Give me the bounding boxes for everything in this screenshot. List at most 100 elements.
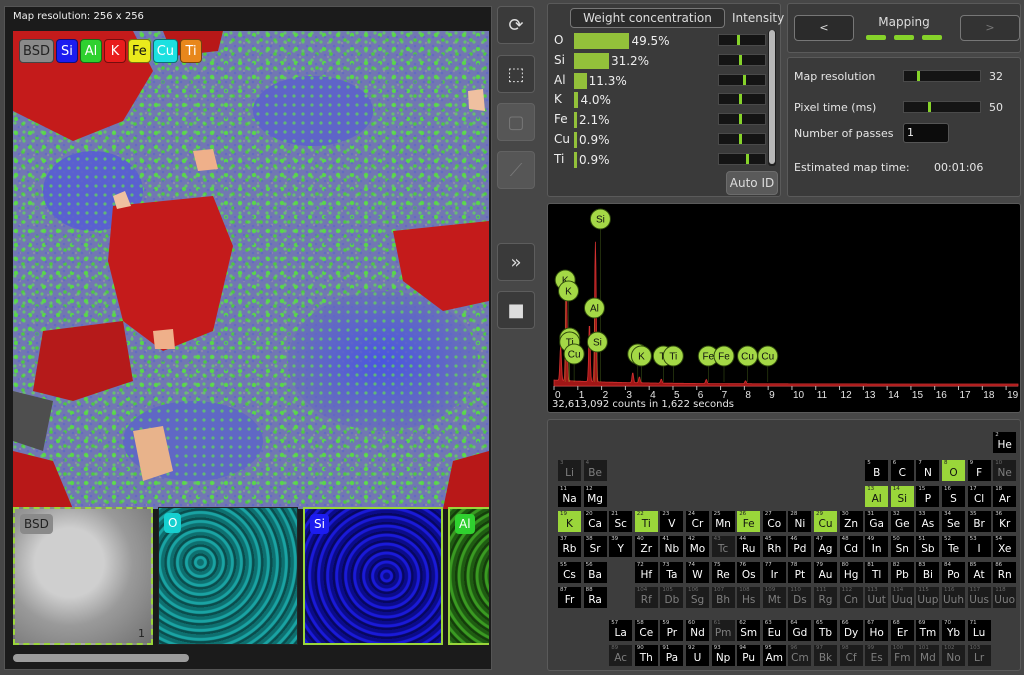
concentration-row-ti[interactable]: Ti 0.9% xyxy=(554,151,766,169)
element-se[interactable]: 34 Se xyxy=(942,511,965,532)
element-al[interactable]: 13 Al xyxy=(865,486,889,507)
thumbnail-al[interactable]: Al xyxy=(448,507,489,645)
intensity-slider-handle[interactable] xyxy=(746,153,750,164)
element-th[interactable]: 90 Th xyxy=(634,645,658,666)
element-ba[interactable]: 56 Ba xyxy=(583,562,607,583)
auto-id-button[interactable]: Auto ID xyxy=(726,171,778,195)
element-tc[interactable]: 43 Tc xyxy=(711,536,735,557)
intensity-slider[interactable] xyxy=(718,133,766,145)
peak-label-k[interactable]: K xyxy=(630,345,652,382)
element-ge[interactable]: 32 Ge xyxy=(890,511,914,532)
element-nd[interactable]: 60 Nd xyxy=(686,620,709,641)
element-mt[interactable]: 109 Mt xyxy=(762,587,786,608)
intensity-slider[interactable] xyxy=(718,73,766,86)
layer-chip-k[interactable]: K xyxy=(103,39,126,63)
element-rb[interactable]: 37 Rb xyxy=(558,536,581,557)
element-am[interactable]: 95 Am xyxy=(762,645,786,666)
element-at[interactable]: 85 At xyxy=(967,562,991,583)
element-sr[interactable]: 38 Sr xyxy=(583,536,607,557)
layer-chip-al[interactable]: Al xyxy=(79,39,102,63)
element-lu[interactable]: 71 Lu xyxy=(967,620,991,641)
element-he[interactable]: 2 He xyxy=(993,432,1017,453)
element-bi[interactable]: 83 Bi xyxy=(916,562,940,583)
element-sg[interactable]: 106 Sg xyxy=(686,587,709,608)
element-ds[interactable]: 110 Ds xyxy=(788,587,812,608)
element-o[interactable]: 8O xyxy=(942,460,965,481)
layer-chip-cu[interactable]: Cu xyxy=(152,39,179,63)
peak-label-cu[interactable]: Cu xyxy=(737,345,759,382)
intensity-slider-handle[interactable] xyxy=(737,35,741,45)
element-cr[interactable]: 24 Cr xyxy=(686,511,709,532)
peak-label-cu[interactable]: Cu xyxy=(757,345,779,382)
element-hs[interactable]: 108 Hs xyxy=(737,587,761,608)
element-os[interactable]: 76 Os xyxy=(737,562,761,583)
save-button[interactable]: ▢ xyxy=(497,103,535,141)
element-i[interactable]: 53 I xyxy=(967,536,991,557)
element-u[interactable]: 92 U xyxy=(686,645,709,666)
element-es[interactable]: 99 Es xyxy=(865,645,889,666)
concentration-row-al[interactable]: Al 11.3% xyxy=(554,72,766,90)
select-region-button[interactable]: ⬚ xyxy=(497,55,535,93)
element-n[interactable]: 7N xyxy=(916,460,940,481)
layered-map-image[interactable]: BSD Si Al K Fe Cu Ti xyxy=(13,31,489,509)
thumbnail-bsd[interactable]: BSD 1 xyxy=(13,507,153,645)
map-resolution-slider-handle[interactable] xyxy=(917,71,921,81)
element-cn[interactable]: 112 Cn xyxy=(839,587,863,608)
element-er[interactable]: 68 Er xyxy=(890,620,914,641)
element-tl[interactable]: 81 Tl xyxy=(865,562,889,583)
element-fe[interactable]: 26 Fe xyxy=(737,511,761,532)
element-fm[interactable]: 100 Fm xyxy=(890,645,914,666)
element-zr[interactable]: 40 Zr xyxy=(634,536,658,557)
intensity-slider[interactable] xyxy=(718,152,766,165)
element-tm[interactable]: 69 Tm xyxy=(916,620,940,641)
stop-button[interactable]: ■ xyxy=(497,291,535,329)
element-rg[interactable]: 111 Rg xyxy=(814,587,837,608)
element-ra[interactable]: 88 Ra xyxy=(583,587,607,608)
intensity-slider[interactable] xyxy=(718,113,766,126)
element-mn[interactable]: 25 Mn xyxy=(711,511,735,532)
map-resolution-slider[interactable] xyxy=(903,70,981,82)
pixel-time-slider[interactable] xyxy=(903,101,981,113)
weight-concentration-header[interactable]: Weight concentration xyxy=(570,8,725,28)
element-eu[interactable]: 63 Eu xyxy=(762,620,786,641)
element-cu[interactable]: 29 Cu xyxy=(814,511,837,532)
concentration-scrollbar-thumb[interactable] xyxy=(769,30,775,164)
element-uuo[interactable]: 118 Uuo xyxy=(993,587,1017,608)
element-cf[interactable]: 98 Cf xyxy=(839,645,863,666)
element-cs[interactable]: 55 Cs xyxy=(558,562,581,583)
element-tb[interactable]: 65 Tb xyxy=(814,620,837,641)
element-ar[interactable]: 18 Ar xyxy=(993,486,1017,507)
thumbnail-si[interactable]: Si xyxy=(303,507,443,645)
element-ac[interactable]: 89 Ac xyxy=(609,645,633,666)
mapping-prev-button[interactable]: < xyxy=(794,15,854,41)
element-uup[interactable]: 115 Uup xyxy=(916,587,940,608)
element-as[interactable]: 33 As xyxy=(916,511,940,532)
element-mg[interactable]: 12 Mg xyxy=(583,486,607,507)
element-zn[interactable]: 30 Zn xyxy=(839,511,863,532)
element-sc[interactable]: 21 Sc xyxy=(609,511,633,532)
element-uuq[interactable]: 114 Uuq xyxy=(890,587,914,608)
element-li[interactable]: 3 Li xyxy=(558,460,581,481)
element-ta[interactable]: 73 Ta xyxy=(660,562,684,583)
concentration-row-fe[interactable]: Fe 2.1% xyxy=(554,111,766,129)
element-cl[interactable]: 17 Cl xyxy=(967,486,991,507)
element-hg[interactable]: 80 Hg xyxy=(839,562,863,583)
element-re[interactable]: 75 Re xyxy=(711,562,735,583)
element-ce[interactable]: 58 Ce xyxy=(634,620,658,641)
element-sb[interactable]: 51 Sb xyxy=(916,536,940,557)
element-y[interactable]: 39 Y xyxy=(609,536,633,557)
element-rn[interactable]: 86 Rn xyxy=(993,562,1017,583)
element-po[interactable]: 84 Po xyxy=(942,562,965,583)
element-sm[interactable]: 62 Sm xyxy=(737,620,761,641)
element-pr[interactable]: 59 Pr xyxy=(660,620,684,641)
intensity-slider-handle[interactable] xyxy=(738,114,742,125)
element-rf[interactable]: 104 Rf xyxy=(634,587,658,608)
element-kr[interactable]: 36 Kr xyxy=(993,511,1017,532)
mapping-next-button[interactable]: > xyxy=(960,15,1020,41)
element-sn[interactable]: 50 Sn xyxy=(890,536,914,557)
element-ti[interactable]: 22 Ti xyxy=(634,511,658,532)
layer-chip-fe[interactable]: Fe xyxy=(127,39,151,63)
spectrum-panel[interactable]: 012345678910111213141516171819SiKKAlTiTi… xyxy=(547,203,1021,413)
intensity-slider[interactable] xyxy=(718,34,766,46)
element-ni[interactable]: 28 Ni xyxy=(788,511,812,532)
